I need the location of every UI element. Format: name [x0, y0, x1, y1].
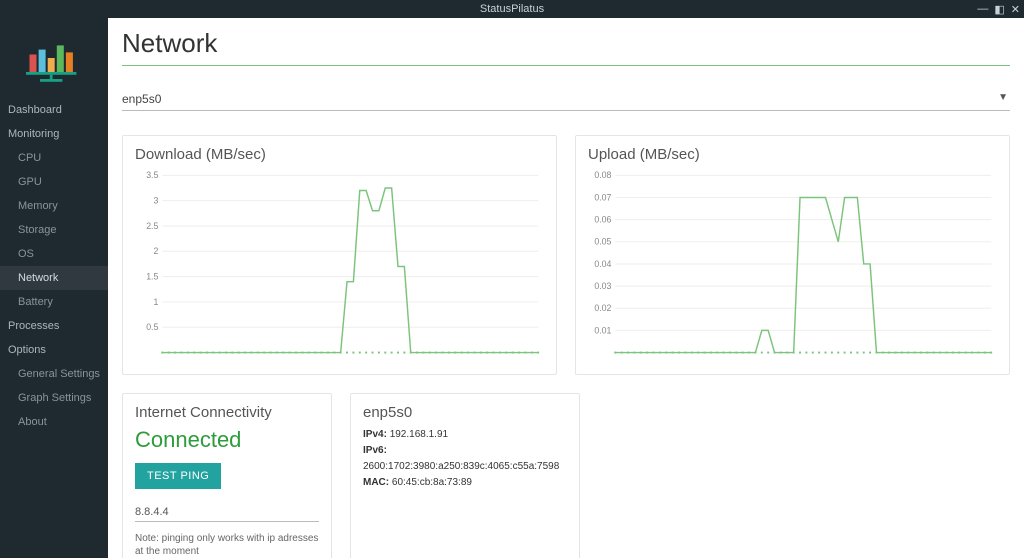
- title-divider: [122, 65, 1010, 66]
- test-ping-button[interactable]: TEST PING: [135, 463, 221, 489]
- download-chart-title: Download (MB/sec): [135, 146, 544, 163]
- sidebar-item-memory[interactable]: Memory: [0, 194, 108, 218]
- svg-text:1: 1: [153, 297, 158, 307]
- interface-info-card: enp5s0 IPv4: 192.168.1.91 IPv6: 2600:170…: [350, 393, 580, 558]
- ping-note: Note: pinging only works with ip adresse…: [135, 532, 319, 558]
- ipv6-row: IPv6: 2600:1702:3980:a250:839c:4065:c55a…: [363, 443, 567, 475]
- svg-text:2.5: 2.5: [146, 221, 158, 231]
- window-title: StatusPilatus: [480, 3, 544, 15]
- svg-text:0.01: 0.01: [594, 325, 611, 335]
- sidebar-item-monitoring[interactable]: Monitoring: [0, 122, 108, 146]
- sidebar-item-storage[interactable]: Storage: [0, 218, 108, 242]
- ping-address-input[interactable]: [135, 503, 319, 522]
- interface-selected-value: enp5s0: [122, 92, 161, 106]
- download-chart-card: Download (MB/sec) 0.5 1 1.5 2 2.5 3 3.5: [122, 135, 557, 375]
- svg-text:0.08: 0.08: [594, 170, 611, 180]
- window-titlebar: StatusPilatus — ◧ ✕: [0, 0, 1024, 18]
- connectivity-status: Connected: [135, 427, 319, 453]
- svg-text:0.03: 0.03: [594, 281, 611, 291]
- sidebar-item-about[interactable]: About: [0, 410, 108, 434]
- app-logo: [0, 18, 108, 98]
- sidebar-item-options[interactable]: Options: [0, 338, 108, 362]
- upload-chart-title: Upload (MB/sec): [588, 146, 997, 163]
- connectivity-card: Internet Connectivity Connected TEST PIN…: [122, 393, 332, 558]
- interface-select[interactable]: enp5s0 ▼: [122, 88, 1010, 111]
- upload-chart: 0.01 0.02 0.03 0.04 0.05 0.06 0.07 0.08: [588, 167, 997, 367]
- svg-text:0.02: 0.02: [594, 303, 611, 313]
- ipv4-row: IPv4: 192.168.1.91: [363, 427, 567, 443]
- sidebar-item-processes[interactable]: Processes: [0, 314, 108, 338]
- download-chart: 0.5 1 1.5 2 2.5 3 3.5: [135, 167, 544, 367]
- svg-text:3: 3: [153, 196, 158, 206]
- svg-text:1.5: 1.5: [146, 272, 158, 282]
- sidebar-item-dashboard[interactable]: Dashboard: [0, 98, 108, 122]
- svg-text:0.5: 0.5: [146, 322, 158, 332]
- svg-text:0.06: 0.06: [594, 215, 611, 225]
- chevron-down-icon: ▼: [998, 92, 1008, 103]
- sidebar-item-battery[interactable]: Battery: [0, 290, 108, 314]
- window-minimize-icon[interactable]: —: [977, 3, 988, 15]
- svg-text:3.5: 3.5: [146, 170, 158, 180]
- svg-text:0.05: 0.05: [594, 237, 611, 247]
- sidebar-item-graph-settings[interactable]: Graph Settings: [0, 386, 108, 410]
- interface-info-name: enp5s0: [363, 404, 567, 421]
- mac-row: MAC: 60:45:cb:8a:73:89: [363, 475, 567, 491]
- main-content: Network enp5s0 ▼ Download (MB/sec) 0.5 1 1…: [108, 18, 1024, 558]
- sidebar-item-os[interactable]: OS: [0, 242, 108, 266]
- sidebar-item-cpu[interactable]: CPU: [0, 146, 108, 170]
- upload-chart-card: Upload (MB/sec) 0.01 0.02 0.03 0.04 0.05 0.06…: [575, 135, 1010, 375]
- sidebar-item-general-settings[interactable]: General Settings: [0, 362, 108, 386]
- svg-text:0.04: 0.04: [594, 259, 611, 269]
- sidebar: DashboardMonitoringCPUGPUMemoryStorageOS…: [0, 18, 108, 558]
- svg-text:0.07: 0.07: [594, 192, 611, 202]
- bar-chart-logo-icon: [19, 28, 89, 88]
- svg-text:2: 2: [153, 246, 158, 256]
- window-close-icon[interactable]: ✕: [1011, 3, 1020, 16]
- window-maximize-icon[interactable]: ◧: [994, 3, 1004, 16]
- sidebar-item-network[interactable]: Network: [0, 266, 108, 290]
- sidebar-nav: DashboardMonitoringCPUGPUMemoryStorageOS…: [0, 98, 108, 558]
- page-title: Network: [122, 28, 1010, 59]
- connectivity-title: Internet Connectivity: [135, 404, 319, 421]
- sidebar-item-gpu[interactable]: GPU: [0, 170, 108, 194]
